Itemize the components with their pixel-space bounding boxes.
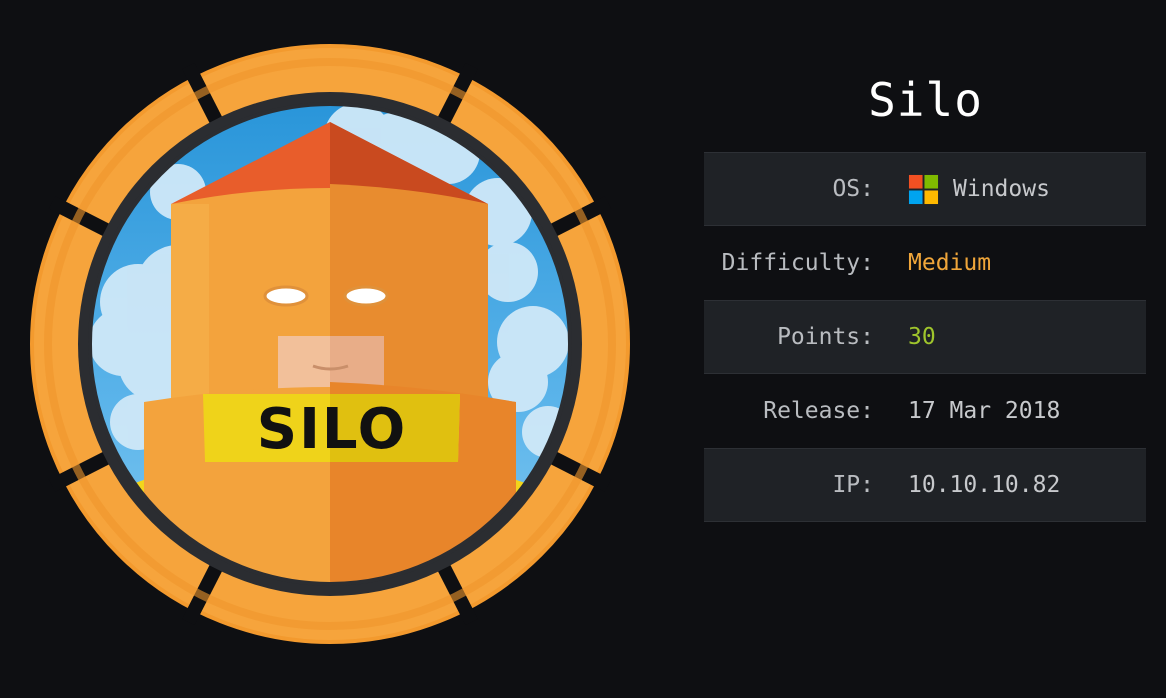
left-eye — [263, 285, 309, 307]
machine-logo: SILO — [30, 44, 630, 644]
release-value: 17 Mar 2018 — [908, 398, 1061, 424]
os-value: Windows — [953, 176, 1050, 202]
difficulty-row: Difficulty: Medium — [704, 226, 1146, 300]
difficulty-label: Difficulty: — [721, 250, 874, 276]
os-value-container: Windows — [908, 174, 1050, 205]
machine-info-table: OS: Windows Difficulty: Medium Points: 3… — [704, 152, 1146, 522]
release-row: Release: 17 Mar 2018 — [704, 374, 1146, 448]
right-eye — [343, 285, 389, 307]
machine-name: Silo — [868, 73, 983, 127]
silo-banner-text: SILO — [257, 397, 407, 462]
os-label: OS: — [832, 176, 874, 202]
os-row: OS: Windows — [704, 152, 1146, 226]
points-value: 30 — [908, 324, 936, 350]
ip-row: IP: 10.10.10.82 — [704, 448, 1146, 522]
ip-label: IP: — [832, 472, 874, 498]
silo-character: SILO — [144, 122, 516, 584]
difficulty-value: Medium — [908, 250, 992, 276]
release-label: Release: — [763, 398, 874, 424]
points-row: Points: 30 — [704, 300, 1146, 374]
windows-logo-icon — [908, 174, 939, 204]
ip-value: 10.10.10.82 — [908, 472, 1061, 498]
points-label: Points: — [777, 324, 874, 350]
